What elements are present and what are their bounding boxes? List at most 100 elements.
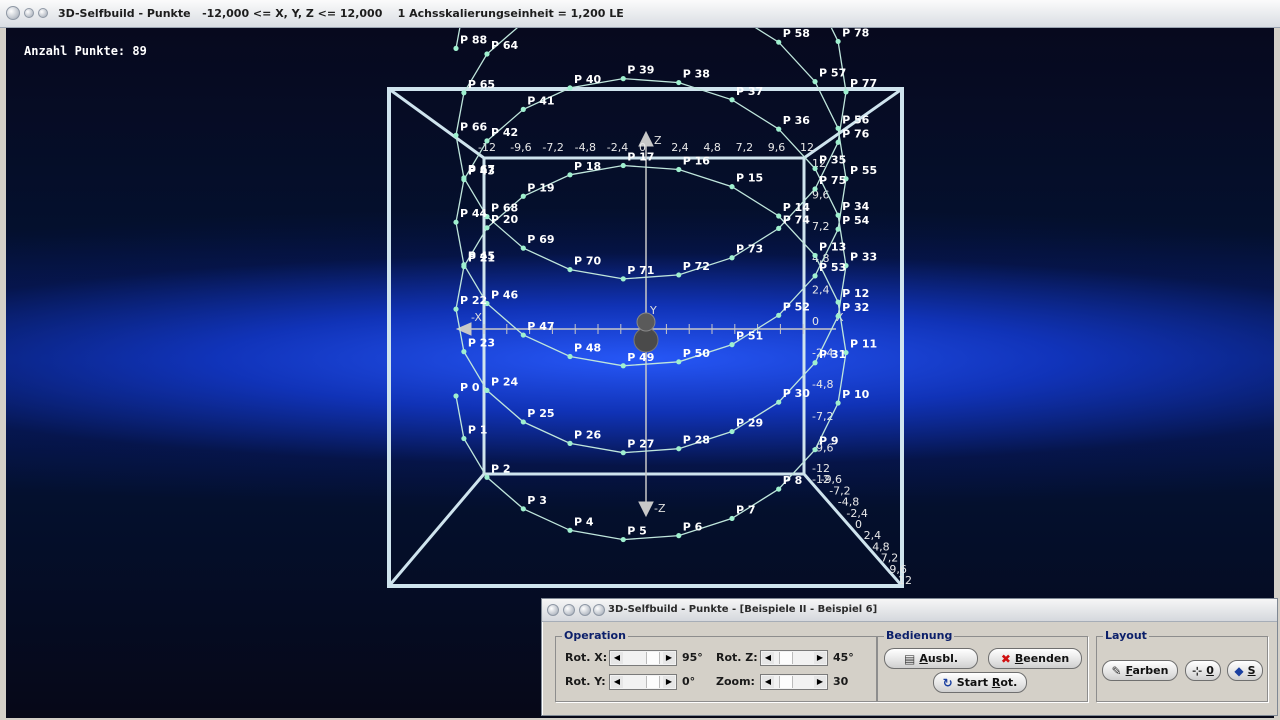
beenden-button[interactable]: ✖ Beenden: [988, 648, 1082, 669]
maximize-icon[interactable]: [38, 8, 48, 18]
window-menu-icon[interactable]: [6, 6, 20, 20]
rot-x-scrollbar[interactable]: ◀ ▶: [609, 650, 677, 666]
point-marker: [461, 262, 467, 268]
point-marker: [484, 474, 490, 480]
rot-y-label: Rot. Y:: [565, 675, 606, 688]
point-label: P 27: [627, 438, 654, 451]
point-label: P 54: [842, 214, 870, 227]
scroll-left-icon[interactable]: ◀: [762, 676, 774, 688]
origin-button[interactable]: ⊹ 0: [1185, 660, 1221, 681]
point-label: P 14: [783, 201, 811, 214]
control-title-bar[interactable]: 3D-Selfbuild - Punkte - [Beispiele II - …: [542, 599, 1277, 622]
ausbl-label: usbl.: [927, 652, 959, 665]
point-marker: [835, 400, 841, 406]
point-marker: [835, 212, 841, 218]
point-label: P 65: [468, 78, 495, 91]
scroll-thumb[interactable]: [779, 676, 793, 688]
point-label: P 8: [783, 474, 803, 487]
zoom-label: Zoom:: [716, 675, 755, 688]
neg-x-axis-label: -X: [471, 311, 482, 324]
zoom-scrollbar[interactable]: ◀ ▶: [760, 674, 828, 690]
scroll-left-icon[interactable]: ◀: [611, 652, 623, 664]
farben-button[interactable]: ✎ Farben: [1102, 660, 1178, 681]
point-marker: [776, 126, 782, 132]
rot-z-value: 45°: [833, 651, 854, 664]
tick-label: 12: [800, 141, 814, 154]
point-label: P 15: [736, 172, 763, 185]
y-axis-label: Y: [649, 304, 657, 317]
point-marker: [812, 79, 818, 85]
point-label: P 18: [574, 160, 601, 173]
start-rot-button[interactable]: ↻ Start Rot.: [933, 672, 1027, 693]
scroll-thumb[interactable]: [779, 652, 793, 664]
tick-label: -9,6: [510, 141, 531, 154]
rot-z-label: Rot. Z:: [716, 651, 758, 664]
point-marker: [835, 313, 841, 319]
tick-label: -4,8: [812, 378, 833, 391]
beenden-accel: B: [1014, 652, 1024, 665]
hide-icon: ▤: [903, 651, 916, 666]
control-maximize-icon[interactable]: [579, 604, 591, 616]
point-label: P 2: [491, 462, 511, 475]
scroll-left-icon[interactable]: ◀: [611, 676, 623, 688]
scroll-right-icon[interactable]: ▶: [814, 652, 826, 664]
point-marker: [484, 138, 490, 144]
s-button[interactable]: ◆ S: [1227, 660, 1263, 681]
rot-x-label: Rot. X:: [565, 651, 608, 664]
point-marker: [484, 51, 490, 57]
scroll-thumb[interactable]: [646, 652, 660, 664]
axes: [455, 130, 836, 518]
point-marker: [835, 226, 841, 232]
point-label: P 51: [736, 330, 763, 343]
control-app-icon: [593, 604, 605, 616]
point-label: P 12: [842, 287, 869, 300]
ausbl-button[interactable]: ▤ Ausbl.: [884, 648, 978, 669]
point-marker: [776, 213, 782, 219]
point-marker: [729, 184, 735, 190]
point-marker: [812, 252, 818, 259]
scroll-right-icon[interactable]: ▶: [663, 676, 675, 688]
point-label: P 35: [819, 154, 846, 167]
point-label: P 37: [736, 85, 763, 98]
point-marker: [776, 399, 782, 405]
point-marker: [812, 447, 818, 453]
point-label: P 6: [683, 521, 703, 534]
tick-label: 0: [812, 315, 819, 328]
point-marker: [567, 172, 573, 178]
point-label: P 71: [627, 264, 654, 277]
scroll-right-icon[interactable]: ▶: [814, 676, 826, 688]
scroll-thumb[interactable]: [646, 676, 660, 688]
point-label: P 53: [819, 261, 846, 274]
point-marker: [461, 90, 467, 96]
point-label: P 49: [627, 351, 654, 364]
tick-label: 7,2: [812, 220, 830, 233]
control-minimize-icon[interactable]: [563, 604, 575, 616]
tick-label: 12: [898, 574, 912, 587]
z-axis-label: Z: [654, 134, 662, 147]
point-label: P 19: [527, 181, 554, 194]
point-label: P 7: [736, 503, 756, 516]
minimize-icon[interactable]: [24, 8, 34, 18]
point-label: P 39: [627, 64, 654, 77]
point-marker: [453, 132, 459, 138]
scroll-left-icon[interactable]: ◀: [762, 652, 774, 664]
scroll-right-icon[interactable]: ▶: [663, 652, 675, 664]
rot-y-scrollbar[interactable]: ◀ ▶: [609, 674, 677, 690]
diagonal-tick-labels: -12-9,6-7,2-4,8-2,402,44,87,29,612: [812, 462, 912, 587]
point-marker: [567, 353, 573, 360]
point-marker: [484, 387, 490, 394]
point-marker: [676, 166, 682, 173]
tick-label: -4,8: [575, 141, 596, 154]
point-marker: [729, 428, 735, 435]
point-label: P 76: [842, 127, 870, 140]
point-marker: [567, 85, 573, 91]
point-label: P 3: [527, 494, 547, 507]
operation-group: Operation Rot. X: ◀ ▶ 95° Rot. Z: ◀ ▶ 45…: [555, 629, 877, 702]
point-marker: [676, 272, 682, 278]
point-marker: [776, 312, 782, 318]
control-menu-icon[interactable]: [547, 604, 559, 616]
main-title-bar[interactable]: 3D-Selfbuild - Punkte -12,000 <= X, Y, Z…: [0, 0, 1280, 28]
bedienung-group-label: Bedienung: [884, 629, 955, 642]
rot-z-scrollbar[interactable]: ◀ ▶: [760, 650, 828, 666]
control-window[interactable]: 3D-Selfbuild - Punkte - [Beispiele II - …: [541, 598, 1278, 716]
